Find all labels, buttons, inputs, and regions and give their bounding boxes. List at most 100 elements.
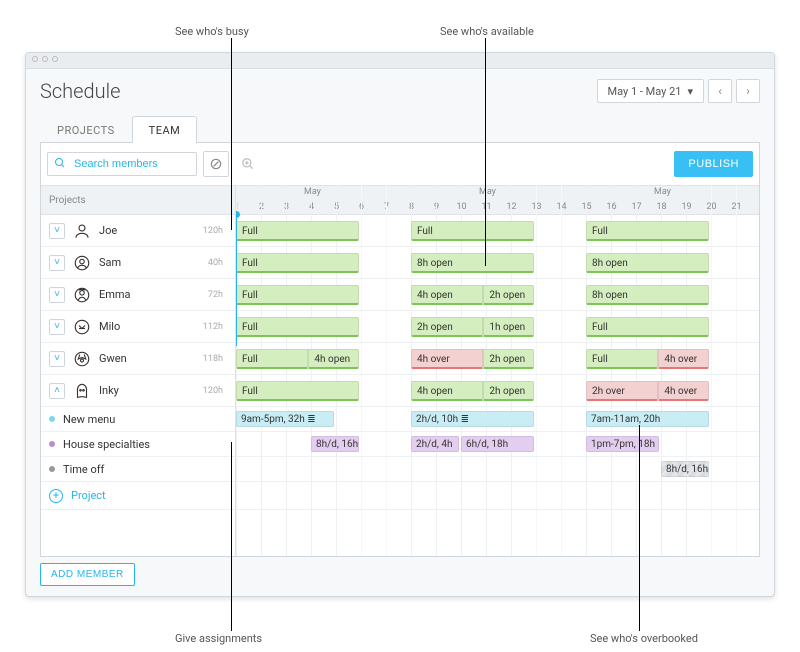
expand-toggle[interactable]: ˄: [49, 383, 65, 399]
add-project-label: Project: [71, 489, 106, 502]
expand-toggle[interactable]: ˅: [49, 319, 65, 335]
availability-bar[interactable]: Full4h over: [586, 349, 709, 369]
chevron-right-icon: ›: [746, 84, 750, 98]
timeline-row: Full 8h open 8h open: [236, 247, 759, 279]
caret-down-icon: ▾: [687, 85, 693, 98]
add-member-button[interactable]: ADD MEMBER: [40, 563, 135, 586]
member-hours: 120h: [203, 226, 227, 236]
annotation-busy: See who's busy: [175, 25, 249, 38]
tab-team[interactable]: TEAM: [132, 116, 198, 143]
availability-bar[interactable]: Full: [236, 381, 359, 401]
projects-header: Projects: [41, 185, 235, 215]
member-row: ˅ Joe 120h: [41, 215, 235, 247]
availability-bar[interactable]: Full: [236, 253, 359, 273]
avatar-icon: [73, 350, 91, 368]
assignment-bar[interactable]: 9am-5pm, 32h ≣: [236, 411, 334, 427]
timeline-row: 8h/d, 16h 2h/d, 4h6h/d, 18h 1pm-7pm, 18h: [236, 432, 759, 457]
annotation-available: See who's available: [440, 25, 534, 38]
avatar-icon: [73, 286, 91, 304]
task-row: House specialties: [41, 432, 235, 457]
availability-bar[interactable]: Full: [236, 317, 359, 337]
search-icon: [54, 157, 66, 172]
annotation-assignments: Give assignments: [175, 632, 262, 645]
task-color-dot: [49, 441, 55, 447]
assignment-bar[interactable]: 2h/d, 10h ≣: [411, 411, 534, 427]
member-name: Joe: [99, 224, 195, 237]
avatar-icon: [73, 318, 91, 336]
prev-button[interactable]: ‹: [708, 79, 732, 103]
member-row: ˅Milo112h: [41, 311, 235, 343]
availability-bar[interactable]: 2h over4h over: [586, 381, 709, 401]
search-input[interactable]: [72, 157, 190, 171]
panel: PUBLISH Projects ˅ Joe 120h ˅ Sam 40h ˅Emma72h…: [40, 142, 760, 557]
task-row: New menu: [41, 407, 235, 432]
assignment-bar[interactable]: 2h/d, 4h: [411, 436, 459, 452]
availability-bar[interactable]: 8h open: [586, 253, 709, 273]
window-dot: [52, 56, 58, 62]
avatar-icon: [73, 382, 91, 400]
date-range-picker[interactable]: May 1 - May 21 ▾: [597, 79, 704, 103]
member-hours: 40h: [208, 258, 227, 268]
add-project-button[interactable]: + Project: [41, 482, 235, 510]
assignment-bar[interactable]: 8h/d, 16h: [661, 461, 709, 477]
availability-bar[interactable]: Full: [411, 221, 534, 241]
timeline-row: Full4h open 4h over2h open Full4h over: [236, 343, 759, 375]
availability-bar[interactable]: Full: [236, 221, 359, 241]
month-label: May: [654, 187, 671, 197]
plus-icon: +: [49, 489, 63, 503]
timeline-row: Full 4h open2h open 2h over4h over: [236, 375, 759, 407]
avatar-icon: [73, 254, 91, 272]
availability-bar[interactable]: 8h open: [411, 253, 534, 273]
expand-toggle[interactable]: ˅: [49, 223, 65, 239]
page-title: Schedule: [40, 79, 120, 103]
expand-toggle[interactable]: ˅: [49, 255, 65, 271]
assignment-bar[interactable]: 6h/d, 18h: [461, 436, 534, 452]
member-hours: 120h: [203, 386, 227, 396]
assignment-bar[interactable]: 7am-11am, 20h: [586, 411, 709, 427]
member-row: ˅Emma72h: [41, 279, 235, 311]
availability-bar[interactable]: Full: [236, 285, 359, 305]
availability-bar[interactable]: 4h open2h open: [411, 381, 534, 401]
task-name: House specialties: [63, 438, 150, 451]
annotation-overbooked: See who's overbooked: [590, 632, 698, 645]
timeline-row: 9am-5pm, 32h ≣ 2h/d, 10h ≣ 7am-11am, 20h: [236, 407, 759, 432]
member-name: Gwen: [99, 352, 195, 365]
member-row: ˅ Gwen 118h: [41, 343, 235, 375]
availability-bar[interactable]: 2h open1h open: [411, 317, 534, 337]
month-label: May: [479, 187, 496, 197]
task-color-dot: [49, 416, 55, 422]
task-name: New menu: [63, 413, 115, 426]
expand-toggle[interactable]: ˅: [49, 287, 65, 303]
timeline-row: Full 2h open1h open Full: [236, 311, 759, 343]
member-hours: 112h: [203, 322, 227, 332]
search-input-wrapper[interactable]: [47, 152, 197, 176]
member-hours: 72h: [208, 290, 227, 300]
task-color-dot: [49, 466, 55, 472]
today-indicator: [236, 215, 237, 346]
titlebar: [26, 53, 774, 69]
chevron-left-icon: ‹: [718, 84, 722, 98]
window-dot: [32, 56, 38, 62]
member-name: Sam: [99, 256, 200, 269]
assignment-bar[interactable]: 1pm-7pm, 18h: [586, 436, 659, 452]
filter-button[interactable]: [203, 151, 229, 177]
timeline-row: 8h/d, 16h: [236, 457, 759, 482]
availability-bar[interactable]: Full: [586, 221, 709, 241]
publish-button[interactable]: PUBLISH: [674, 151, 753, 177]
app-window: Schedule May 1 - May 21 ▾ ‹ › PROJECTS T…: [25, 52, 775, 597]
assignment-bar[interactable]: 8h/d, 16h: [311, 436, 359, 452]
availability-bar[interactable]: 4h open2h open: [411, 285, 534, 305]
expand-toggle[interactable]: ˅: [49, 351, 65, 367]
member-row: ˄ Inky 120h: [41, 375, 235, 407]
availability-bar[interactable]: Full: [586, 317, 709, 337]
zoom-in-button[interactable]: [235, 151, 261, 177]
member-hours: 118h: [203, 354, 227, 364]
task-row: Time off: [41, 457, 235, 482]
availability-bar[interactable]: 8h open: [586, 285, 709, 305]
member-name: Inky: [99, 384, 195, 397]
next-button[interactable]: ›: [736, 79, 760, 103]
tab-projects[interactable]: PROJECTS: [40, 116, 132, 143]
availability-bar[interactable]: Full4h open: [236, 349, 359, 369]
availability-bar[interactable]: 4h over2h open: [411, 349, 534, 369]
timeline-header: 123456789101112131415161718192021MayMayM…: [236, 185, 759, 215]
